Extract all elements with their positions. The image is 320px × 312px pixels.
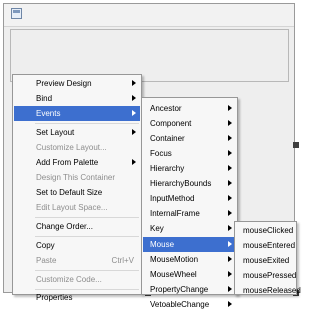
menu-item-change-order[interactable]: Change Order... [14, 219, 140, 234]
menu-item-design-this-container[interactable]: Design This Container [14, 170, 140, 185]
submenu-arrow-icon [228, 210, 232, 216]
submenu-arrow-icon [132, 159, 136, 165]
menu-item-paste[interactable]: Paste Ctrl+V [14, 253, 140, 268]
events-item-hierarchybounds[interactable]: HierarchyBounds [143, 176, 236, 191]
mouse-item-mouseclicked[interactable]: mouseClicked [236, 223, 295, 238]
submenu-arrow-icon [132, 80, 136, 86]
submenu-arrow-icon [228, 271, 232, 277]
menu-item-properties[interactable]: Properties [14, 290, 140, 302]
events-item-key[interactable]: Key [143, 221, 236, 236]
mouse-submenu: mouseClicked mouseEntered mouseExited mo… [234, 221, 301, 295]
submenu-arrow-icon [132, 95, 136, 101]
menu-item-events[interactable]: Events [14, 106, 140, 121]
events-item-focus[interactable]: Focus [143, 146, 236, 161]
submenu-arrow-icon [228, 135, 232, 141]
menu-item-bind[interactable]: Bind [14, 91, 140, 106]
events-item-mousewheel[interactable]: MouseWheel [143, 267, 236, 282]
resize-handle-right[interactable] [293, 142, 299, 148]
submenu-arrow-icon [228, 150, 232, 156]
menu-item-set-layout[interactable]: Set Layout [14, 125, 140, 140]
events-item-ancestor[interactable]: Ancestor [143, 101, 236, 116]
events-item-hierarchy[interactable]: Hierarchy [143, 161, 236, 176]
frame-title-bar [4, 4, 294, 27]
menu-item-edit-layout-space[interactable]: Edit Layout Space... [14, 200, 140, 215]
events-item-internalframe[interactable]: InternalFrame [143, 206, 236, 221]
submenu-arrow-icon [228, 180, 232, 186]
menu-separator [35, 123, 139, 124]
paste-shortcut: Ctrl+V [111, 256, 134, 265]
events-item-component[interactable]: Component [143, 116, 236, 131]
menu-item-preview-design[interactable]: Preview Design [14, 76, 140, 91]
mouse-item-mousereleased[interactable]: mouseReleased [236, 283, 301, 295]
submenu-arrow-icon [228, 165, 232, 171]
events-item-mouse[interactable]: Mouse [143, 237, 236, 252]
events-item-mousemotion[interactable]: MouseMotion [143, 252, 236, 267]
events-submenu: Ancestor Component Container Focus Hiera… [141, 97, 238, 309]
submenu-arrow-icon [228, 225, 232, 231]
menu-item-customize-layout[interactable]: Customize Layout... [14, 140, 140, 155]
submenu-arrow-icon [132, 110, 136, 116]
submenu-arrow-icon [228, 256, 232, 262]
frame-window-icon [11, 8, 22, 19]
submenu-arrow-icon [132, 129, 136, 135]
mouse-item-mousepressed[interactable]: mousePressed [236, 268, 296, 283]
events-item-container[interactable]: Container [143, 131, 236, 146]
submenu-arrow-icon [228, 241, 232, 247]
events-item-inputmethod[interactable]: InputMethod [143, 191, 236, 206]
menu-item-set-default-size[interactable]: Set to Default Size [14, 185, 140, 200]
submenu-arrow-icon [228, 120, 232, 126]
menu-item-copy[interactable]: Copy [14, 238, 140, 253]
menu-separator [35, 270, 139, 271]
submenu-arrow-icon [228, 301, 232, 307]
submenu-arrow-icon [228, 105, 232, 111]
context-menu: Preview Design Bind Events Set Layout Cu… [12, 74, 142, 302]
mouse-item-mouseexited[interactable]: mouseExited [236, 253, 295, 268]
mouse-item-mouseentered[interactable]: mouseEntered [236, 238, 295, 253]
submenu-arrow-icon [228, 195, 232, 201]
menu-item-customize-code[interactable]: Customize Code... [14, 272, 140, 287]
menu-separator [35, 217, 139, 218]
menu-item-add-from-palette[interactable]: Add From Palette [14, 155, 140, 170]
submenu-arrow-icon [228, 286, 232, 292]
menu-separator [35, 236, 139, 237]
